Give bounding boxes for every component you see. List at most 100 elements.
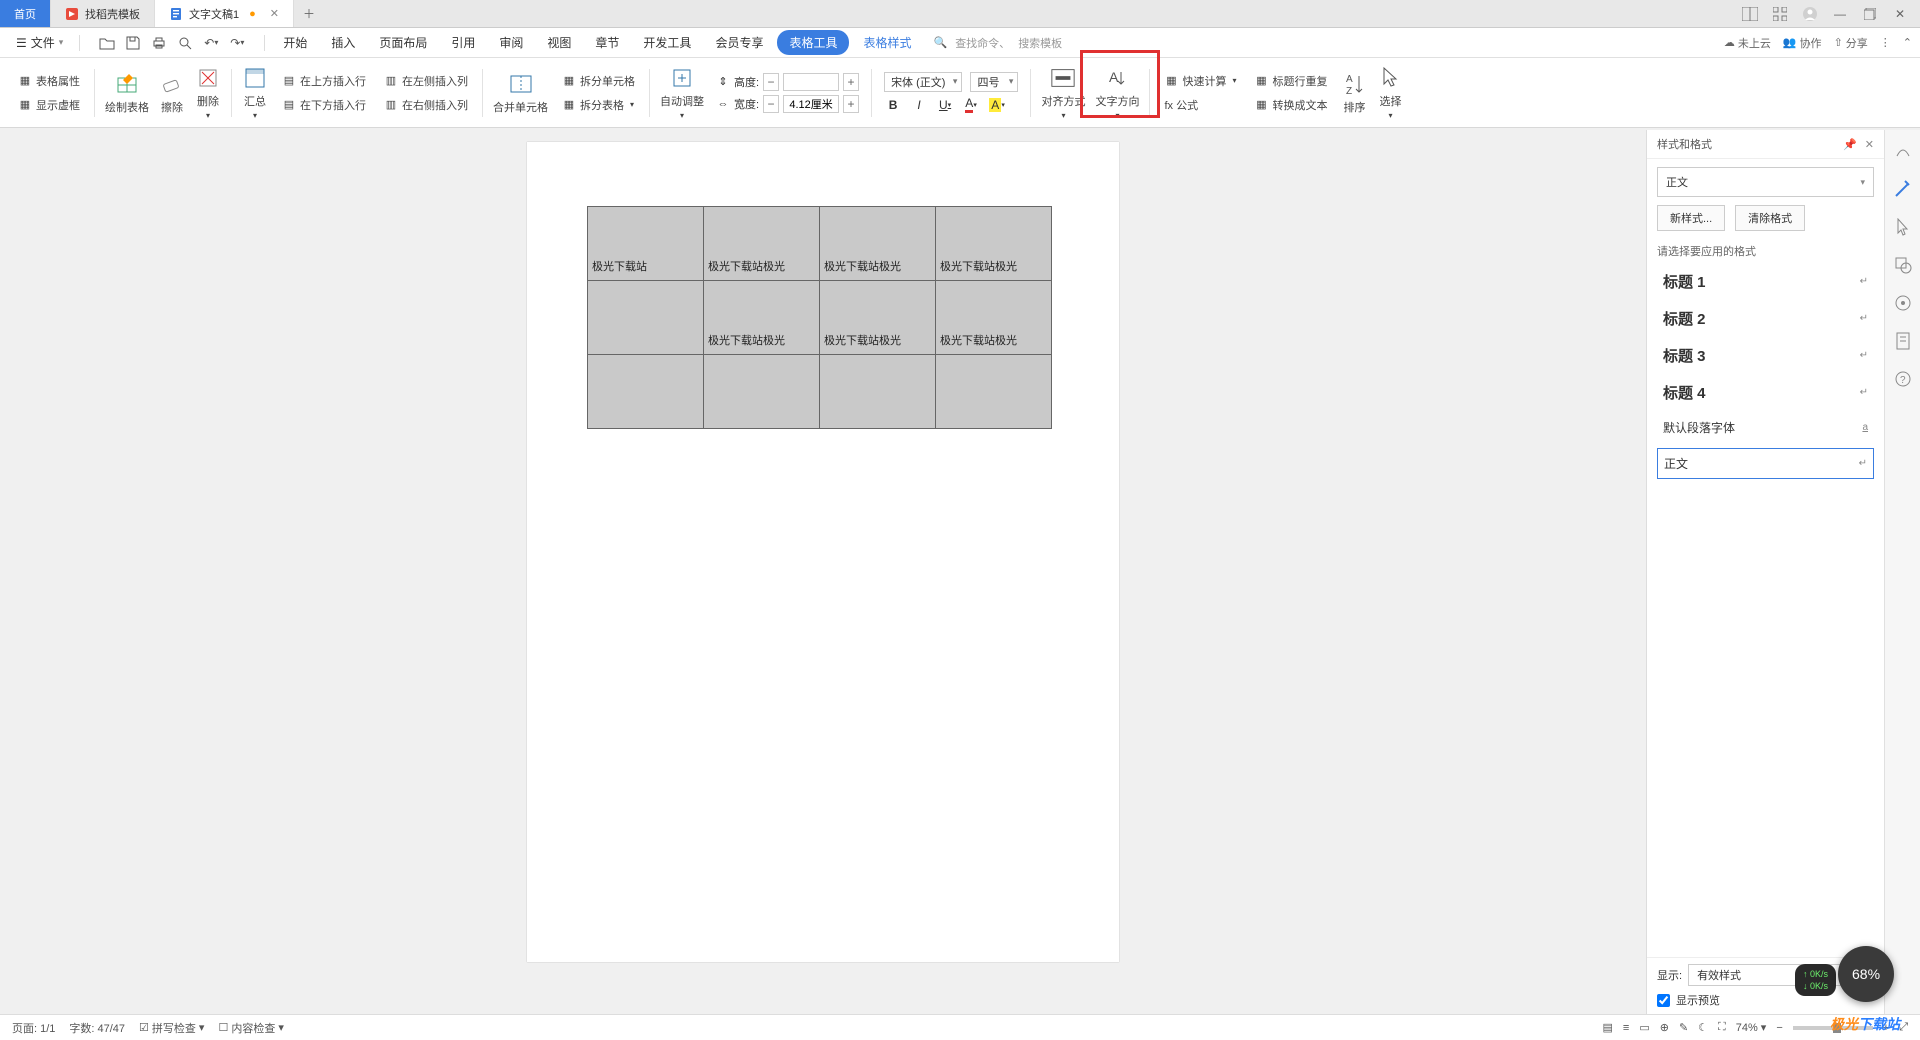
table-properties-button[interactable]: ▦表格属性 bbox=[16, 71, 82, 91]
table-cell[interactable] bbox=[588, 355, 704, 429]
menu-more-icon[interactable]: ⋮ bbox=[1880, 36, 1891, 49]
clear-format-button[interactable]: 清除格式 bbox=[1735, 205, 1805, 231]
read-view-icon[interactable]: ▭ bbox=[1639, 1021, 1649, 1034]
print-icon[interactable] bbox=[150, 34, 168, 52]
panel-close-icon[interactable]: ✕ bbox=[1865, 138, 1874, 151]
insert-row-below-button[interactable]: ▤在下方插入行 bbox=[280, 95, 368, 115]
menu-tab-review[interactable]: 审阅 bbox=[489, 28, 533, 57]
apps-icon[interactable] bbox=[1770, 4, 1790, 24]
coop-button[interactable]: 👥协作 bbox=[1783, 35, 1822, 51]
table-cell[interactable] bbox=[704, 355, 820, 429]
document-table[interactable]: 极光下载站 极光下载站极光 极光下载站极光 极光下载站极光 极光下载站极光 极光… bbox=[587, 206, 1052, 429]
table-cell[interactable]: 极光下载站极光 bbox=[704, 207, 820, 281]
redo-button[interactable]: ↷▾ bbox=[228, 34, 246, 52]
width-inc[interactable]: + bbox=[843, 95, 859, 113]
italic-button[interactable]: I bbox=[910, 96, 928, 114]
preview-checkbox-input[interactable] bbox=[1657, 994, 1670, 1007]
insert-col-right-button[interactable]: ▥在右侧插入列 bbox=[382, 95, 470, 115]
minimize-button[interactable]: — bbox=[1830, 4, 1850, 24]
sort-button[interactable]: AZ排序 bbox=[1337, 67, 1371, 119]
menu-tab-chapter[interactable]: 章节 bbox=[585, 28, 629, 57]
show-dashed-button[interactable]: ▦显示虚框 bbox=[16, 95, 82, 115]
insert-row-above-button[interactable]: ▤在上方插入行 bbox=[280, 71, 368, 91]
bold-button[interactable]: B bbox=[884, 96, 902, 114]
night-icon[interactable]: ☾ bbox=[1698, 1021, 1708, 1034]
menu-tab-layout[interactable]: 页面布局 bbox=[369, 28, 437, 57]
tab-document[interactable]: 文字文稿1 ● ✕ bbox=[155, 0, 294, 27]
menu-tab-insert[interactable]: 插入 bbox=[321, 28, 365, 57]
status-page[interactable]: 页面: 1/1 bbox=[12, 1020, 55, 1036]
zoom-out[interactable]: − bbox=[1776, 1022, 1782, 1034]
spellcheck-toggle[interactable]: ☑ 拼写检查 ▾ bbox=[139, 1020, 204, 1036]
preview-icon[interactable] bbox=[176, 34, 194, 52]
collapse-ribbon-icon[interactable]: ⌃ bbox=[1903, 36, 1912, 49]
undo-button[interactable]: ↶▾ bbox=[202, 34, 220, 52]
focus-icon[interactable]: ✎ bbox=[1679, 1021, 1688, 1034]
sidebar-help-icon[interactable]: ? bbox=[1892, 368, 1914, 390]
current-style-combo[interactable]: 正文 ▾ bbox=[1657, 167, 1874, 197]
erase-button[interactable]: 擦除 bbox=[155, 67, 189, 119]
table-cell[interactable] bbox=[936, 355, 1052, 429]
outline-view-icon[interactable]: ≡ bbox=[1623, 1022, 1629, 1034]
table-cell[interactable] bbox=[820, 355, 936, 429]
select-button[interactable]: 选择▾ bbox=[1373, 61, 1407, 124]
tab-close[interactable]: ✕ bbox=[270, 7, 279, 20]
height-dec[interactable]: − bbox=[763, 73, 779, 91]
highlight-color-button[interactable]: A▾ bbox=[988, 96, 1006, 114]
merge-cells-button[interactable]: 合并单元格 bbox=[489, 67, 552, 119]
height-inc[interactable]: + bbox=[843, 73, 859, 91]
share-button[interactable]: ⇧分享 bbox=[1834, 35, 1868, 51]
text-direction-button[interactable]: A文字方向▾ bbox=[1091, 61, 1143, 124]
insert-col-left-button[interactable]: ▥在左侧插入列 bbox=[382, 71, 470, 91]
font-name-combo[interactable]: 宋体 (正文) bbox=[884, 72, 962, 92]
fit-icon[interactable]: ⛶ bbox=[1718, 1021, 1726, 1034]
header-repeat-button[interactable]: ▦标题行重复 bbox=[1252, 71, 1329, 91]
menu-tab-member[interactable]: 会员专享 bbox=[705, 28, 773, 57]
maximize-button[interactable] bbox=[1860, 4, 1880, 24]
width-input[interactable] bbox=[783, 95, 839, 113]
open-icon[interactable] bbox=[98, 34, 116, 52]
sidebar-nav-icon[interactable] bbox=[1892, 292, 1914, 314]
zoom-value[interactable]: 74% ▾ bbox=[1736, 1021, 1767, 1034]
view-mode-icon[interactable]: ▤ bbox=[1603, 1021, 1613, 1034]
quick-calc-button[interactable]: ▦快速计算▾ bbox=[1162, 71, 1238, 91]
sidebar-select-icon[interactable] bbox=[1892, 216, 1914, 238]
status-words[interactable]: 字数: 47/47 bbox=[69, 1020, 125, 1036]
style-heading1[interactable]: 标题 1↵ bbox=[1657, 267, 1874, 296]
cloud-status[interactable]: ☁未上云 bbox=[1724, 35, 1771, 51]
layout-icon[interactable] bbox=[1740, 4, 1760, 24]
menu-tab-table-style[interactable]: 表格样式 bbox=[853, 28, 921, 57]
save-icon[interactable] bbox=[124, 34, 142, 52]
tab-add-button[interactable]: ＋ bbox=[294, 0, 324, 27]
height-input[interactable] bbox=[783, 73, 839, 91]
fullscreen-icon[interactable]: ⤢ bbox=[1899, 1021, 1908, 1034]
autofit-button[interactable]: 自动调整▾ bbox=[656, 61, 708, 124]
menu-tab-references[interactable]: 引用 bbox=[441, 28, 485, 57]
close-button[interactable]: ✕ bbox=[1890, 4, 1910, 24]
sidebar-shape-icon[interactable] bbox=[1892, 254, 1914, 276]
new-style-button[interactable]: 新样式... bbox=[1657, 205, 1725, 231]
font-size-combo[interactable]: 四号 bbox=[970, 72, 1018, 92]
system-monitor-widget[interactable]: 68% bbox=[1838, 946, 1894, 1002]
user-icon[interactable] bbox=[1800, 4, 1820, 24]
summary-button[interactable]: 汇总▾ bbox=[238, 61, 272, 124]
sidebar-style-icon[interactable] bbox=[1892, 140, 1914, 162]
style-heading2[interactable]: 标题 2↵ bbox=[1657, 304, 1874, 333]
tab-home[interactable]: 首页 bbox=[0, 0, 51, 27]
menu-tab-devtools[interactable]: 开发工具 bbox=[633, 28, 701, 57]
web-view-icon[interactable]: ⊕ bbox=[1660, 1021, 1669, 1034]
tab-templates[interactable]: 找稻壳模板 bbox=[51, 0, 155, 27]
delete-button[interactable]: 删除▾ bbox=[191, 61, 225, 124]
sidebar-format-icon[interactable] bbox=[1892, 178, 1914, 200]
table-cell[interactable]: 极光下载站极光 bbox=[820, 281, 936, 355]
split-cells-button[interactable]: ▦拆分单元格 bbox=[560, 71, 637, 91]
to-text-button[interactable]: ▦转换成文本 bbox=[1252, 95, 1329, 115]
show-preview-checkbox[interactable]: 显示预览 bbox=[1657, 992, 1874, 1008]
split-table-button[interactable]: ▦拆分表格▾ bbox=[560, 95, 636, 115]
table-cell[interactable]: 极光下载站极光 bbox=[704, 281, 820, 355]
table-cell[interactable]: 极光下载站极光 bbox=[820, 207, 936, 281]
width-dec[interactable]: − bbox=[763, 95, 779, 113]
menu-tab-view[interactable]: 视图 bbox=[537, 28, 581, 57]
table-cell[interactable]: 极光下载站极光 bbox=[936, 207, 1052, 281]
style-heading3[interactable]: 标题 3↵ bbox=[1657, 341, 1874, 370]
